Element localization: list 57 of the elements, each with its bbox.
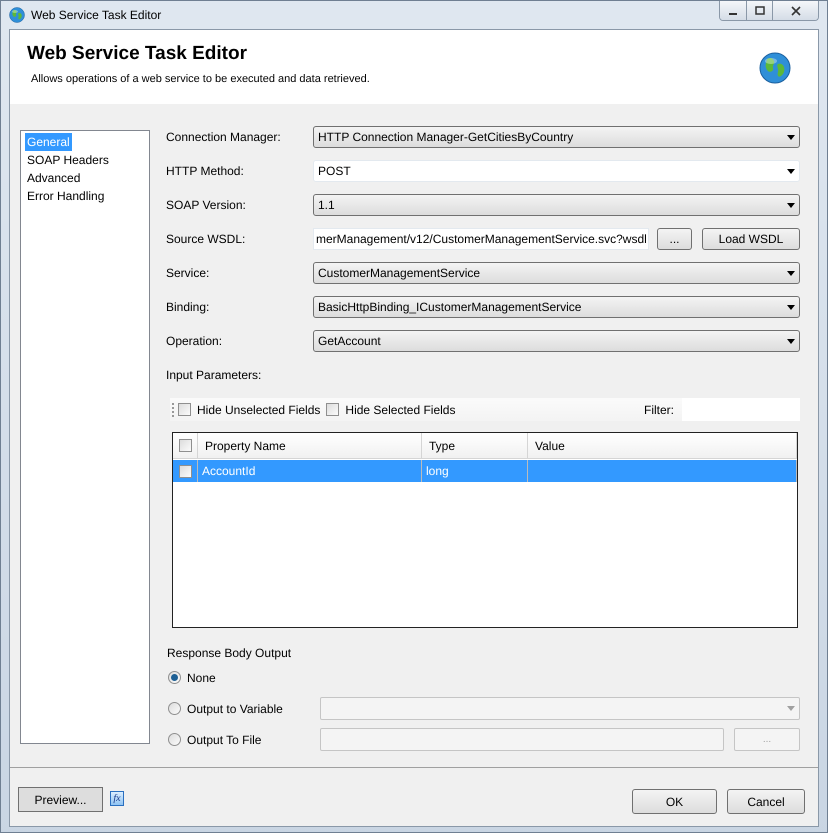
radio-button[interactable] xyxy=(168,702,181,715)
dialog-title: Web Service Task Editor xyxy=(27,42,248,66)
checkbox[interactable] xyxy=(178,403,191,416)
input-field[interactable]: merManagement/v12/CustomerManagementService.svc?wsdl xyxy=(313,228,649,250)
table-cell: long xyxy=(426,464,449,478)
dropdown-arrow-icon xyxy=(787,338,795,344)
maximize-icon[interactable] xyxy=(754,6,764,16)
radio-button[interactable] xyxy=(168,733,181,746)
dropdown[interactable]: 1.1 xyxy=(313,194,800,216)
combo-box[interactable]: POST xyxy=(313,160,800,182)
expression-button[interactable]: fx xyxy=(110,791,124,806)
dropdown-arrow-icon xyxy=(787,134,795,140)
radio-label: Output to Variable xyxy=(187,700,284,718)
nav-item[interactable]: SOAP Headers xyxy=(25,151,111,169)
dropdown-arrow-icon xyxy=(787,168,795,174)
nav-item[interactable]: Advanced xyxy=(25,169,82,187)
ok-button[interactable]: OK xyxy=(632,789,717,814)
column-header[interactable]: Value xyxy=(528,433,797,458)
radio-label: Output To File xyxy=(187,732,262,748)
field-label: Source WSDL: xyxy=(166,231,246,248)
radio-button[interactable] xyxy=(168,671,181,684)
dropdown[interactable]: HTTP Connection Manager-GetCitiesByCountry xyxy=(313,126,800,148)
field-label: SOAP Version: xyxy=(166,197,247,214)
checkbox[interactable] xyxy=(178,439,192,452)
checkbox-label: Hide Unselected Fields xyxy=(197,402,320,418)
section-label: Input Parameters: xyxy=(166,367,262,384)
dialog-description: Allows operations of a web service to be executed and data retrieved. xyxy=(30,72,371,87)
field-label: Operation: xyxy=(166,333,224,350)
field-label: HTTP Method: xyxy=(166,163,245,180)
cancel-button[interactable]: Cancel xyxy=(727,789,805,814)
table-cell: AccountId xyxy=(202,464,256,478)
dropdown-arrow-icon xyxy=(787,304,795,310)
dropdown-arrow-icon xyxy=(787,270,795,276)
checkbox[interactable] xyxy=(326,403,340,416)
section-label: Response Body Output xyxy=(167,645,292,662)
dropdown[interactable]: CustomerManagementService xyxy=(313,262,800,284)
close-icon[interactable] xyxy=(790,6,800,16)
nav-item[interactable]: Error Handling xyxy=(25,187,106,205)
field-label: Binding: xyxy=(166,299,210,316)
checkbox[interactable] xyxy=(178,464,192,478)
column-header[interactable]: Type xyxy=(422,433,528,458)
dropdown-arrow-icon xyxy=(787,202,795,208)
dropdown[interactable]: GetAccount xyxy=(313,330,800,352)
dropdown[interactable]: BasicHttpBinding_ICustomerManagementService xyxy=(313,296,800,318)
preview-button[interactable]: Preview... xyxy=(18,787,103,812)
checkbox-label: Hide Selected Fields xyxy=(345,402,456,418)
dropdown-arrow-icon xyxy=(787,706,795,711)
filter-label: Filter: xyxy=(644,402,674,418)
globe-icon xyxy=(759,52,791,84)
window-title: Web Service Task Editor xyxy=(31,7,162,24)
load-wsdl-button[interactable]: Load WSDL xyxy=(702,228,800,250)
browse-button[interactable]: ... xyxy=(657,228,692,250)
radio-label: None xyxy=(187,670,217,686)
column-header[interactable]: Property Name xyxy=(198,433,422,458)
field-label: Connection Manager: xyxy=(166,129,282,146)
globe-icon xyxy=(9,7,25,23)
field-label: Service: xyxy=(166,265,210,282)
